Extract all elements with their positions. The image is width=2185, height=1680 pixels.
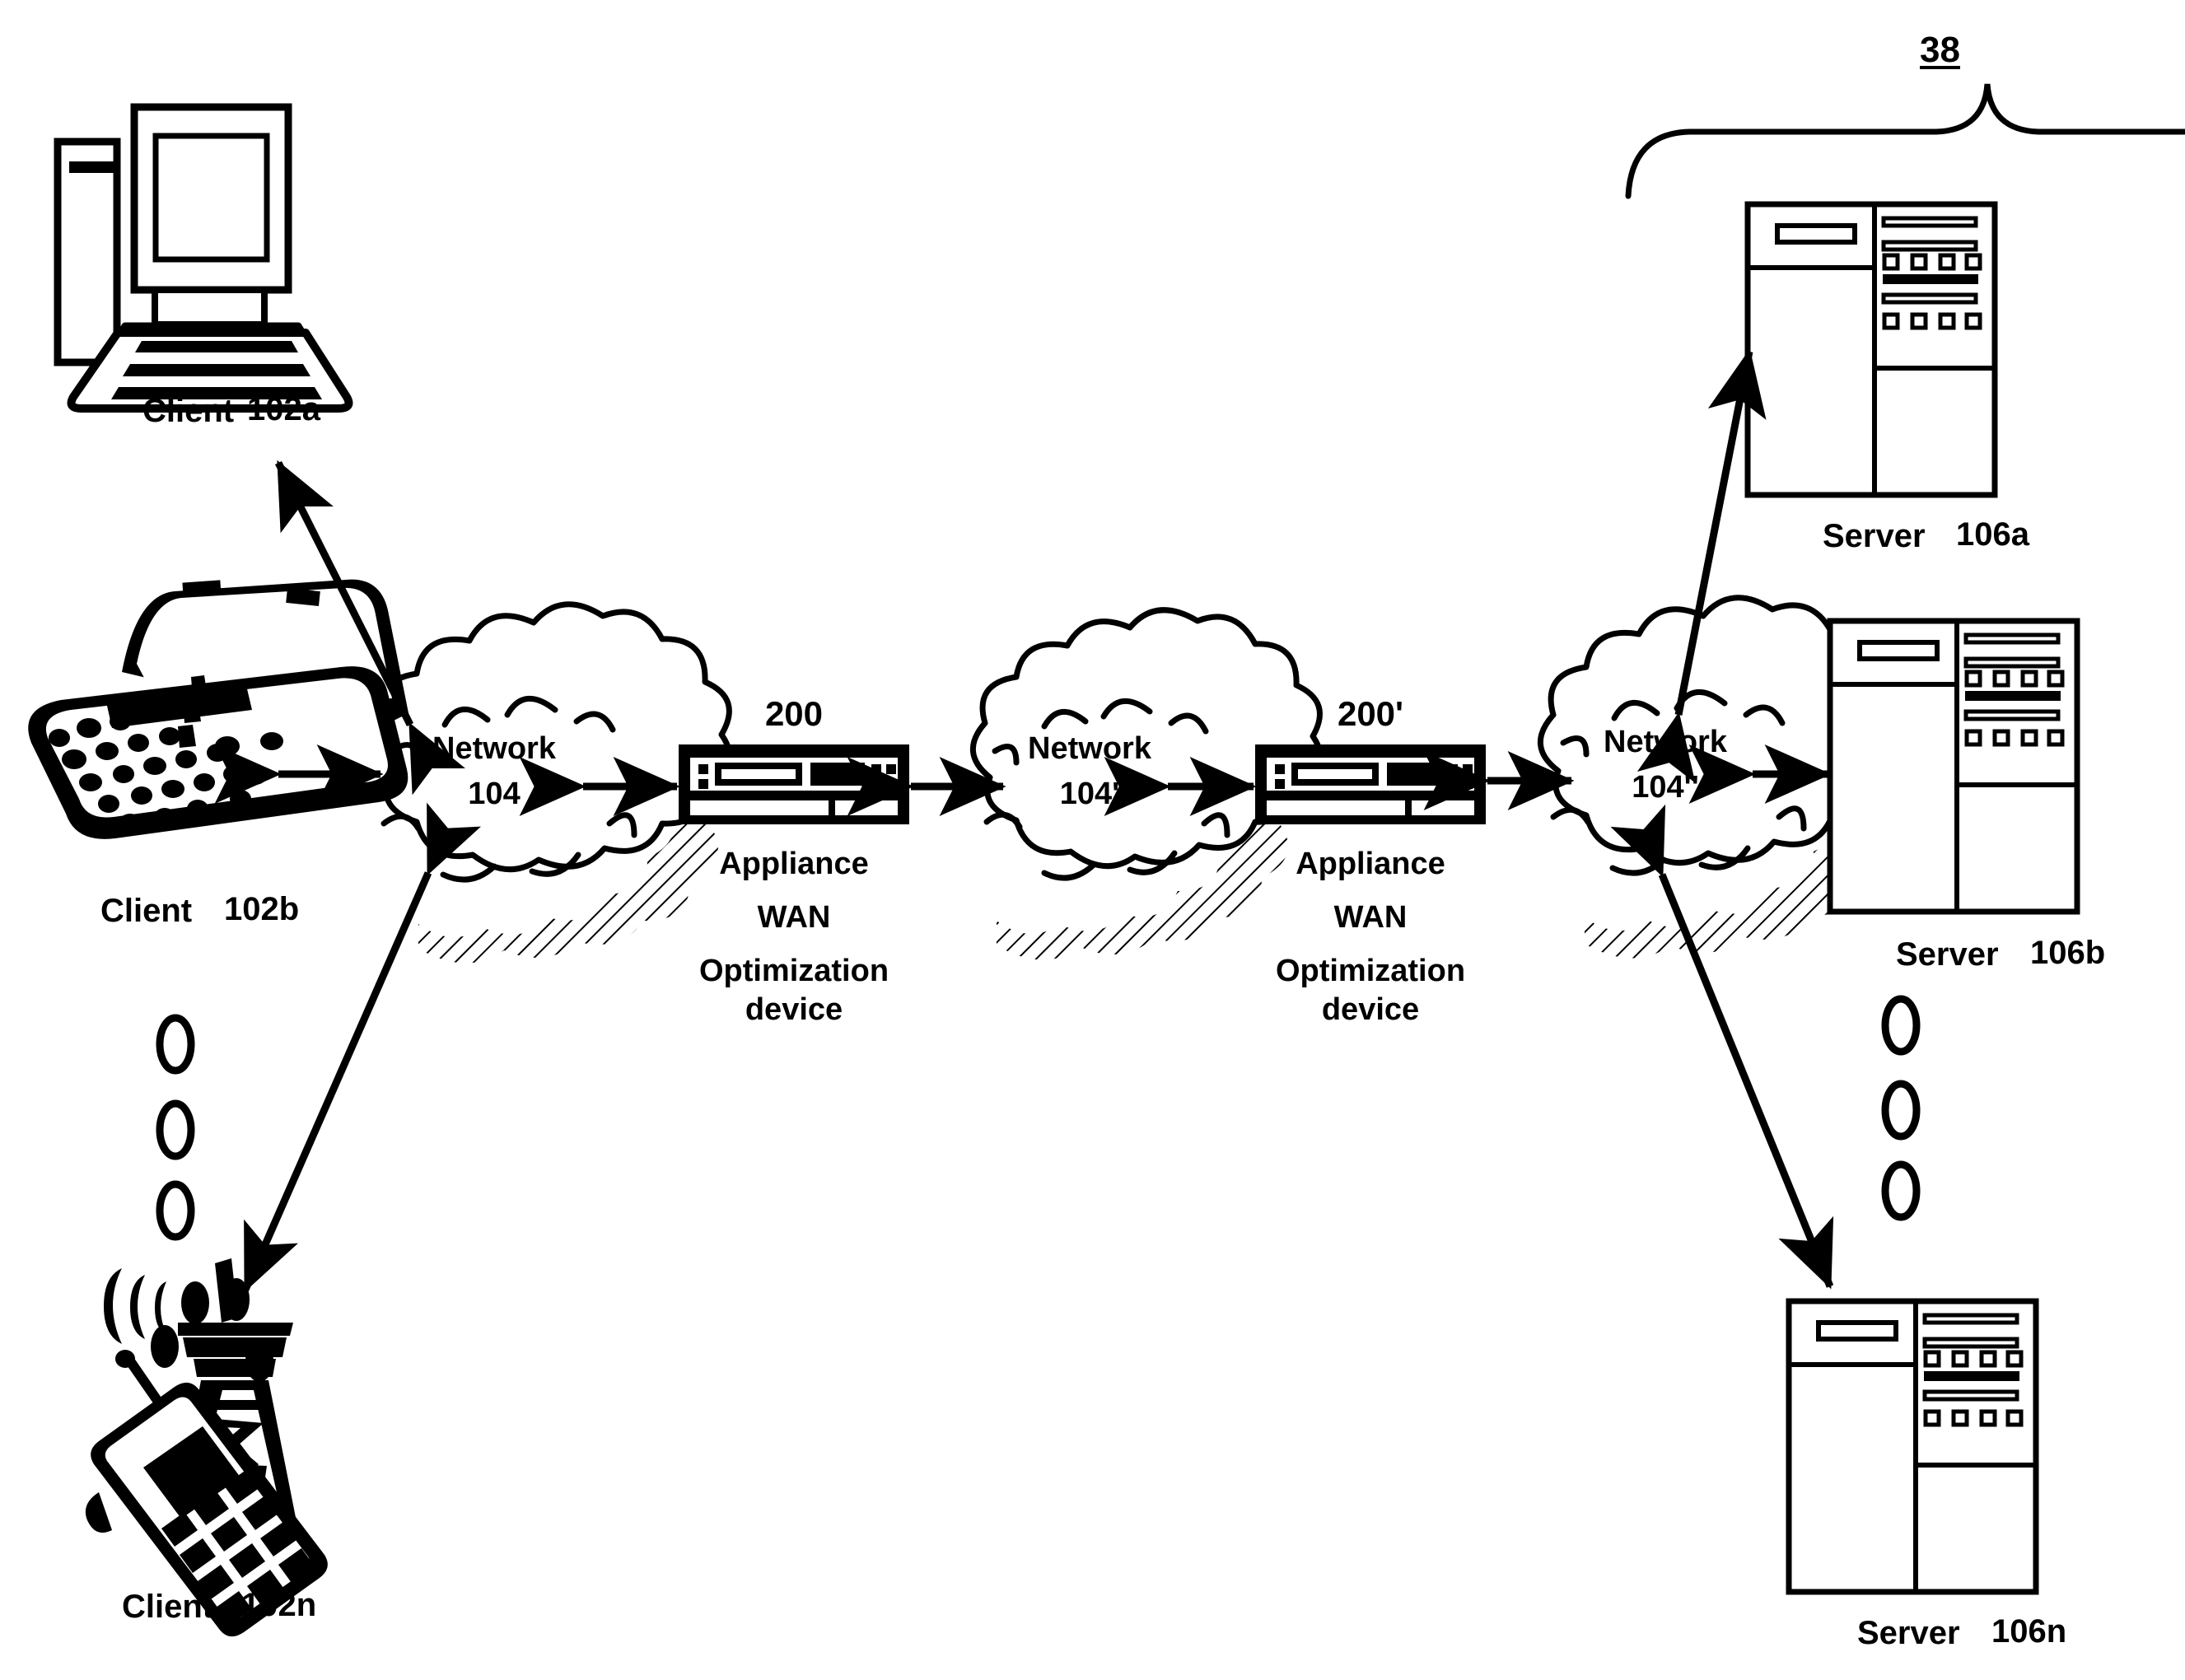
label-network-104-number: 104 — [468, 777, 521, 811]
server-tower-icon-106a — [1744, 201, 1998, 498]
patent-network-diagram: 38 Client 102a Client 102b Client 102n N… — [0, 0, 2185, 1680]
label-client-102b-name: Client — [100, 893, 193, 929]
diagram-vector-layer — [28, 83, 2185, 1637]
label-network-104-prime-name: Network — [1028, 731, 1151, 766]
figure-reference-numeral: 38 — [1920, 30, 1960, 70]
label-network-104-dprime-name: Network — [1604, 725, 1727, 759]
server-tower-icon-106n — [1786, 1298, 2039, 1595]
label-server-106b-name: Server — [1896, 936, 1999, 973]
group-brace-38 — [1625, 83, 2185, 199]
label-server-106n-name: Server — [1857, 1615, 1960, 1651]
client-ellipsis-dots — [156, 1014, 195, 1241]
label-appliance-200-line-4: device — [745, 992, 843, 1027]
label-server-106a-number: 106a — [1956, 516, 2029, 553]
label-client-102b-number: 102b — [224, 891, 300, 927]
label-client-102a-name: Client — [142, 393, 235, 429]
server-ellipsis-dots — [1881, 995, 1921, 1221]
label-client-102n-name: Client — [122, 1589, 214, 1625]
label-appliance-200-prime-line-4: device — [1321, 992, 1420, 1027]
label-server-106a-name: Server — [1823, 518, 1926, 554]
label-appliance-200-line-3: Optimization — [698, 954, 889, 988]
label-network-104-prime-number: 104' — [1059, 777, 1120, 811]
label-network-104-dprime-number: 104'' — [1632, 770, 1699, 805]
laptop-computer-icon — [28, 579, 409, 839]
label-appliance-200-prime-line-1: Appliance — [1296, 847, 1445, 881]
label-appliance-200-line-1: Appliance — [719, 847, 869, 881]
label-appliance-200-prime-line-3: Optimization — [1275, 954, 1466, 988]
label-appliance-200-number: 200 — [764, 694, 824, 733]
network-appliance-icon-200-prime — [1255, 744, 1486, 824]
label-server-106b-number: 106b — [2030, 935, 2106, 971]
label-server-106n-number: 106n — [1991, 1613, 2067, 1650]
label-appliance-200-line-2: WAN — [757, 900, 831, 935]
label-appliance-200-prime-line-2: WAN — [1333, 900, 1408, 935]
label-client-102a-number: 102a — [247, 391, 320, 427]
arrow-client-102n-network-104 — [241, 802, 482, 1293]
server-tower-icon-106b — [1827, 618, 2080, 915]
desktop-computer-icon — [54, 103, 353, 413]
label-network-104-name: Network — [432, 731, 556, 766]
mobile-phone-tower-icon — [85, 1258, 328, 1637]
label-appliance-200-prime-number: 200' — [1337, 694, 1404, 733]
label-client-102n-number: 102n — [241, 1587, 317, 1623]
network-appliance-icon-200 — [679, 744, 909, 824]
